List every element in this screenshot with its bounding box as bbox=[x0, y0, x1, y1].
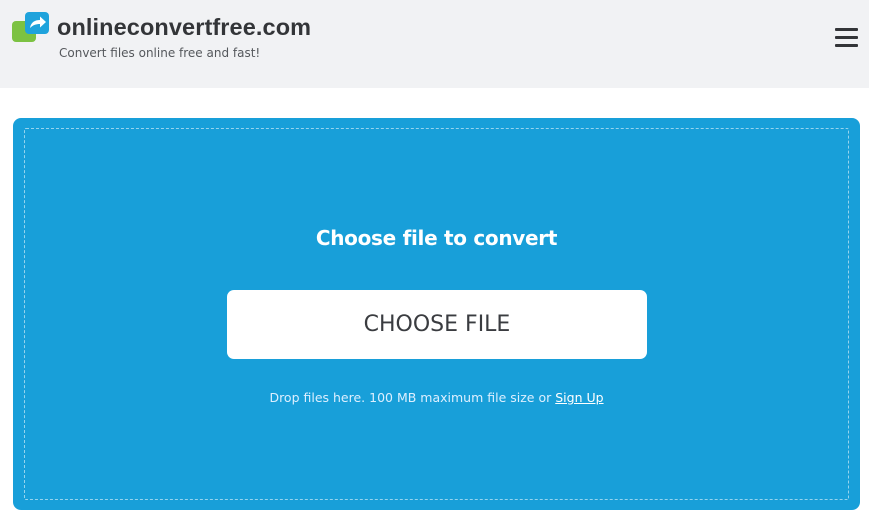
home-link[interactable]: onlineconvertfree.com Convert files onli… bbox=[12, 12, 332, 64]
menu-bar bbox=[835, 44, 858, 47]
menu-bar bbox=[835, 28, 858, 31]
site-header: onlineconvertfree.com Convert files onli… bbox=[0, 0, 869, 88]
drop-note-text: Drop files here. 100 MB maximum file siz… bbox=[269, 390, 556, 405]
site-tagline: Convert files online free and fast! bbox=[59, 46, 261, 60]
upload-panel: Choose file to convert CHOOSE FILE Drop … bbox=[13, 118, 860, 510]
arrow-convert-icon bbox=[12, 12, 49, 42]
drop-files-note: Drop files here. 100 MB maximum file siz… bbox=[13, 390, 860, 405]
sign-up-link[interactable]: Sign Up bbox=[555, 390, 603, 405]
choose-file-button[interactable]: CHOOSE FILE bbox=[227, 290, 647, 359]
site-name: onlineconvertfree.com bbox=[57, 14, 312, 40]
menu-bar bbox=[835, 36, 858, 39]
upload-title: Choose file to convert bbox=[315, 226, 558, 250]
hamburger-menu-icon[interactable] bbox=[833, 26, 861, 50]
